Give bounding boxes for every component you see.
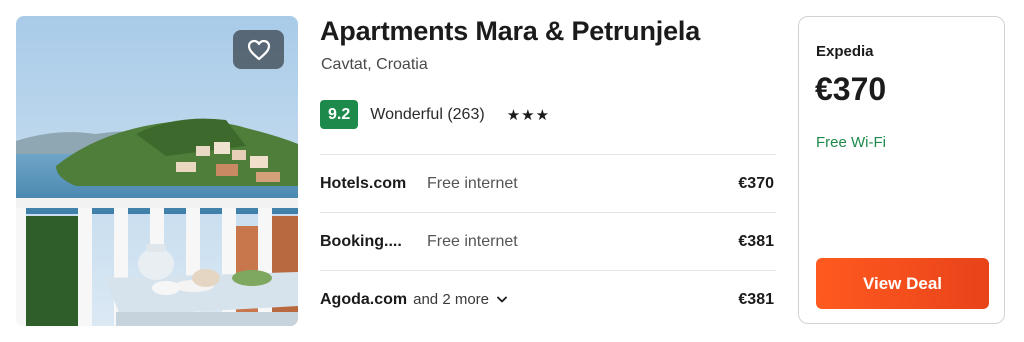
hotel-result-card: Apartments Mara & Petrunjela Cavtat, Cro… bbox=[0, 0, 1024, 342]
hotel-photo[interactable] bbox=[16, 16, 298, 326]
view-deal-button[interactable]: View Deal bbox=[816, 258, 989, 309]
offer-provider: Agoda.com bbox=[320, 290, 408, 308]
offer-price: €381 bbox=[738, 290, 774, 308]
offer-provider: Booking.... bbox=[320, 232, 402, 250]
review-summary[interactable]: Wonderful (263) bbox=[370, 106, 484, 124]
star-rating: ★★★ bbox=[506, 106, 551, 124]
offer-price: €381 bbox=[738, 232, 774, 250]
offer-list: Hotels.com Free internet €370 Booking...… bbox=[320, 154, 776, 328]
offer-provider: Hotels.com bbox=[320, 174, 407, 192]
rating-row: 9.2 Wonderful (263) ★★★ bbox=[320, 100, 550, 129]
score-badge: 9.2 bbox=[320, 100, 359, 129]
deal-provider: Expedia bbox=[816, 43, 874, 60]
chevron-down-icon[interactable] bbox=[497, 296, 507, 303]
hotel-name[interactable]: Apartments Mara & Petrunjela bbox=[320, 16, 700, 47]
favorite-button[interactable] bbox=[233, 30, 284, 69]
offer-row[interactable]: Hotels.com Free internet €370 bbox=[320, 154, 776, 212]
offer-row-more[interactable]: Agoda.com and 2 more €381 bbox=[320, 270, 776, 328]
heart-outline-icon bbox=[247, 39, 270, 60]
deal-perk: Free Wi-Fi bbox=[816, 134, 886, 151]
offer-perk: Free internet bbox=[427, 174, 518, 192]
more-offers-toggle[interactable]: and 2 more bbox=[413, 291, 489, 308]
deal-price: €370 bbox=[815, 71, 887, 107]
hotel-location: Cavtat, Croatia bbox=[321, 56, 428, 73]
featured-deal[interactable]: Expedia €370 Free Wi-Fi View Deal bbox=[798, 16, 1005, 324]
offer-perk: Free internet bbox=[427, 232, 518, 250]
offer-price: €370 bbox=[738, 174, 774, 192]
offer-row[interactable]: Booking.... Free internet €381 bbox=[320, 212, 776, 270]
